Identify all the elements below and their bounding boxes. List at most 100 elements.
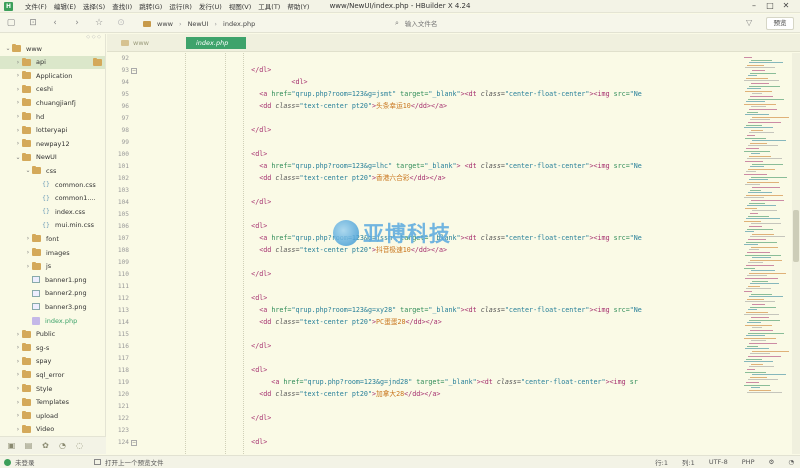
chevron-right-icon[interactable]: › bbox=[14, 344, 22, 351]
file-search-input[interactable] bbox=[404, 19, 705, 28]
chevron-right-icon[interactable]: › bbox=[14, 426, 22, 433]
fold-toggle-icon[interactable]: − bbox=[131, 440, 137, 446]
code-line[interactable]: <a href="qrup.php?room=123&g=jsmt" targe… bbox=[227, 90, 642, 99]
vertical-scrollbar[interactable] bbox=[792, 53, 800, 454]
favorite-star-icon[interactable]: ☆ bbox=[88, 18, 110, 28]
code-line[interactable]: <dl> bbox=[227, 222, 267, 231]
chevron-right-icon[interactable]: › bbox=[14, 140, 22, 147]
fold-toggle-icon[interactable]: − bbox=[131, 68, 137, 74]
tree-item[interactable]: ⌄ css bbox=[0, 164, 105, 177]
tree-item[interactable]: {} index.css bbox=[0, 205, 105, 218]
save-icon[interactable]: ⊡ bbox=[22, 18, 44, 28]
collapse-icon[interactable]: ◇ ◇ ◇ bbox=[86, 34, 101, 42]
tree-item[interactable]: › Style bbox=[0, 382, 105, 395]
code-line[interactable]: </dl> bbox=[227, 66, 271, 75]
tree-item[interactable]: › font bbox=[0, 232, 105, 245]
close-button[interactable]: ✕ bbox=[778, 1, 794, 10]
forward-icon[interactable]: › bbox=[66, 18, 88, 28]
chevron-right-icon[interactable]: › bbox=[24, 249, 32, 256]
code-editor[interactable]: 92 93− </dl> 94 <dl> 95 <a href="qrup.php?r… bbox=[107, 53, 740, 454]
code-line[interactable]: <dd class="text-center pt20">PC蛋蛋28</dd>… bbox=[227, 318, 442, 327]
tab-www[interactable]: www bbox=[117, 37, 161, 49]
code-line[interactable]: <a href="qrup.php?room=123&g=jssm" targe… bbox=[227, 234, 642, 243]
menu-item[interactable]: 查找(I) bbox=[112, 1, 132, 11]
tree-item[interactable]: › api bbox=[0, 55, 105, 69]
code-line[interactable]: <dl> bbox=[227, 438, 267, 447]
breadcrumb-item[interactable]: index.php bbox=[223, 20, 255, 28]
run-icon[interactable]: ⊙ bbox=[110, 18, 132, 28]
menu-item[interactable]: 工具(T) bbox=[258, 1, 280, 11]
code-line[interactable]: </dl> bbox=[227, 270, 271, 279]
chat-icon[interactable]: ◔ bbox=[54, 441, 71, 450]
tree-item[interactable]: ⌄ NewUI bbox=[0, 151, 105, 164]
tree-item[interactable]: › hd bbox=[0, 110, 105, 123]
tree-item[interactable]: › lotteryapi bbox=[0, 124, 105, 137]
cursor-col[interactable]: 列:1 bbox=[682, 457, 695, 467]
chevron-right-icon[interactable]: › bbox=[14, 59, 22, 66]
code-line[interactable]: </dl> bbox=[227, 414, 271, 423]
breadcrumb-item[interactable]: NewUI bbox=[188, 20, 209, 28]
scrollbar-thumb[interactable] bbox=[793, 210, 799, 262]
code-line[interactable]: <dl> bbox=[227, 294, 267, 303]
code-line[interactable]: <dd class="text-center pt20">头条幸运10</dd>… bbox=[227, 102, 447, 111]
tree-item[interactable]: › Video bbox=[0, 423, 105, 436]
code-line[interactable]: <dl> bbox=[227, 78, 307, 87]
chevron-right-icon[interactable]: › bbox=[24, 235, 32, 242]
chevron-right-icon[interactable]: › bbox=[14, 385, 22, 392]
plugin-icon[interactable]: ✿ bbox=[37, 441, 54, 450]
tree-item[interactable]: banner3.png bbox=[0, 300, 105, 313]
menu-item[interactable]: 选择(S) bbox=[83, 1, 105, 11]
bell-icon[interactable]: ◔ bbox=[788, 458, 794, 466]
breadcrumb-item[interactable]: www bbox=[157, 20, 173, 28]
chevron-right-icon[interactable]: › bbox=[14, 113, 22, 120]
tree-item[interactable]: › upload bbox=[0, 409, 105, 422]
tree-item[interactable]: › spay bbox=[0, 355, 105, 368]
tree-item[interactable]: › images bbox=[0, 246, 105, 259]
code-line[interactable]: </dl> bbox=[227, 126, 271, 135]
menu-item[interactable]: 跳转(G) bbox=[139, 1, 162, 11]
code-line[interactable]: <a href="qrup.php?room=123&g=lhc" target… bbox=[227, 162, 642, 171]
tree-item[interactable]: › Templates bbox=[0, 396, 105, 409]
chevron-right-icon[interactable]: › bbox=[14, 358, 22, 365]
tree-item[interactable]: {} mui.min.css bbox=[0, 219, 105, 232]
tree-item[interactable]: › newpay12 bbox=[0, 137, 105, 150]
tree-item[interactable]: ⌄ www bbox=[0, 42, 105, 55]
chevron-right-icon[interactable]: › bbox=[14, 412, 22, 419]
code-line[interactable]: </dl> bbox=[227, 342, 271, 351]
tree-item[interactable]: {} common1.... bbox=[0, 192, 105, 205]
code-line[interactable]: <dd class="text-center pt20">抖音极速10</dd>… bbox=[227, 246, 447, 255]
menu-item[interactable]: 运行(R) bbox=[169, 1, 192, 11]
code-line[interactable]: <a href="qrup.php?room=123&g=jnd28" targ… bbox=[227, 378, 638, 387]
chevron-right-icon[interactable]: › bbox=[14, 86, 22, 93]
minimize-button[interactable]: – bbox=[746, 1, 762, 10]
encoding[interactable]: UTF-8 bbox=[709, 458, 728, 466]
login-status[interactable]: 未登录 bbox=[4, 457, 35, 467]
new-file-icon[interactable]: ▢ bbox=[0, 18, 22, 28]
maximize-button[interactable]: □ bbox=[762, 1, 778, 10]
minimap[interactable] bbox=[740, 53, 792, 454]
notification-icon[interactable]: ⚙ bbox=[769, 458, 775, 466]
file-icon[interactable]: ▤ bbox=[20, 441, 37, 450]
code-line[interactable]: <dd class="text-center pt20">加拿大28</dd><… bbox=[227, 390, 440, 399]
tree-item[interactable]: › ceshi bbox=[0, 83, 105, 96]
project-icon[interactable]: ▣ bbox=[3, 441, 20, 450]
chevron-right-icon[interactable]: › bbox=[14, 72, 22, 79]
code-line[interactable]: <dl> bbox=[227, 150, 267, 159]
tree-item[interactable]: {} common.css bbox=[0, 178, 105, 191]
open-previous-preview[interactable]: 打开上一个预览文件 bbox=[94, 457, 164, 467]
code-line[interactable]: </dl> bbox=[227, 198, 271, 207]
menu-item[interactable]: 发行(U) bbox=[199, 1, 222, 11]
menu-item[interactable]: 文件(F) bbox=[25, 1, 47, 11]
tree-item[interactable]: › Application bbox=[0, 69, 105, 82]
back-icon[interactable]: ‹ bbox=[44, 18, 66, 28]
settings-icon[interactable]: ◌ bbox=[71, 441, 88, 450]
preview-button[interactable]: 预览 bbox=[766, 17, 794, 30]
chevron-right-icon[interactable]: › bbox=[14, 99, 22, 106]
tab-index-php[interactable]: index.php bbox=[186, 37, 246, 49]
chevron-down-icon[interactable]: ⌄ bbox=[24, 167, 32, 174]
chevron-right-icon[interactable]: › bbox=[14, 371, 22, 378]
code-line[interactable]: <a href="qrup.php?room=123&g=xy28" targe… bbox=[227, 306, 642, 315]
chevron-right-icon[interactable]: › bbox=[14, 399, 22, 406]
code-line[interactable]: <dd class="text-center pt20">香港六合彩</dd><… bbox=[227, 174, 445, 183]
menu-item[interactable]: 视图(V) bbox=[229, 1, 252, 11]
